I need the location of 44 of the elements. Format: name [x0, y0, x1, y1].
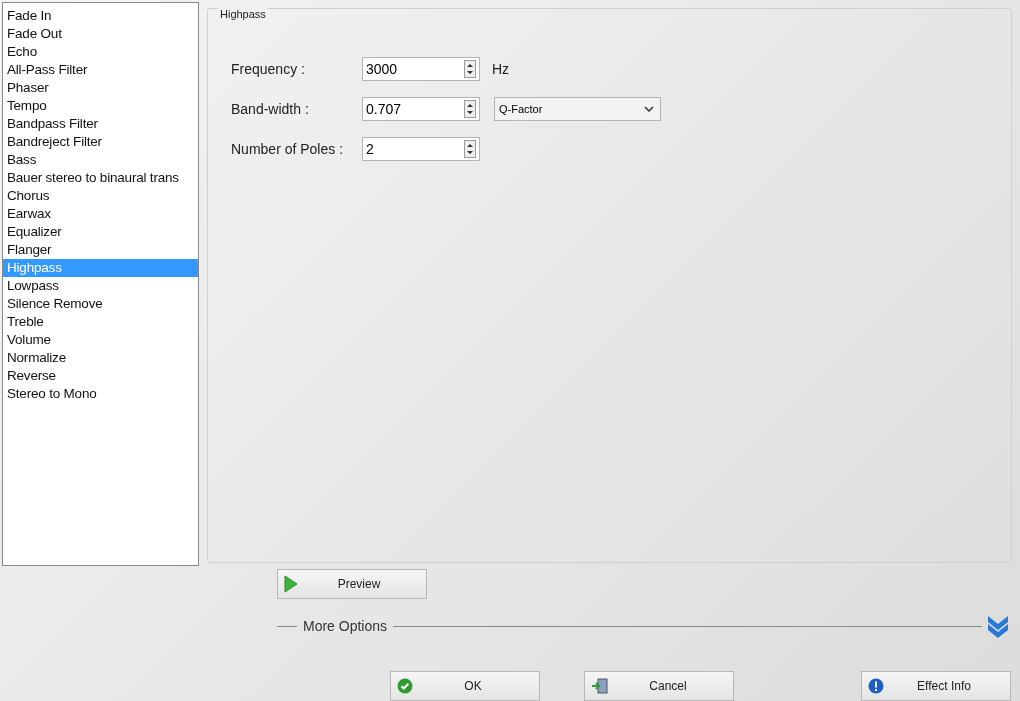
effect-item[interactable]: Reverse [3, 367, 198, 385]
effect-item[interactable]: Phaser [3, 79, 198, 97]
field-label: Band-width : [231, 101, 310, 117]
effect-item[interactable]: Normalize [3, 349, 198, 367]
effect-info-button[interactable]: Effect Info [861, 671, 1011, 701]
effect-item[interactable]: Fade In [3, 7, 198, 25]
caret-icon [644, 106, 654, 112]
effect-item[interactable]: Stereo to Mono [3, 385, 198, 403]
effect-item[interactable]: Treble [3, 313, 198, 331]
more-options-label: More Options [303, 618, 388, 634]
checkmark-icon [397, 678, 413, 694]
effect-item[interactable]: Flanger [3, 241, 198, 259]
field-label: Number of Poles : [231, 141, 345, 157]
spin-field[interactable]: 0.707 [362, 97, 480, 121]
spin-arrows-icon[interactable] [464, 60, 476, 78]
effect-item[interactable]: Earwax [3, 205, 198, 223]
effect-item[interactable]: Bass [3, 151, 198, 169]
effect-item[interactable]: Echo [3, 43, 198, 61]
unit-label: Hz [492, 61, 510, 77]
effect-item[interactable]: Bandpass Filter [3, 115, 198, 133]
ok-button[interactable]: OK [390, 671, 540, 701]
mode-dropdown[interactable]: Q-Factor [494, 97, 661, 121]
spin-field[interactable]: 2 [362, 137, 480, 161]
effect-item[interactable]: Bauer stereo to binaural trans [3, 169, 198, 187]
info-icon [868, 678, 884, 694]
spin-arrows-icon[interactable] [464, 140, 476, 158]
group-title: Highpass [218, 8, 268, 20]
door-exit-icon [591, 678, 609, 694]
effect-item[interactable]: Chorus [3, 187, 198, 205]
effect-item[interactable]: Tempo [3, 97, 198, 115]
effect-item[interactable]: Equalizer [3, 223, 198, 241]
effect-item[interactable]: Bandreject Filter [3, 133, 198, 151]
effect-item[interactable]: Lowpass [3, 277, 198, 295]
effect-item[interactable]: Volume [3, 331, 198, 349]
double-chevron-down-icon[interactable] [986, 613, 1010, 639]
spin-field[interactable]: 3000 [362, 57, 480, 81]
effect-item[interactable]: All-Pass Filter [3, 61, 198, 79]
preview-button[interactable]: Preview [277, 569, 427, 599]
effect-item[interactable]: Fade Out [3, 25, 198, 43]
spin-arrows-icon[interactable] [464, 100, 476, 118]
cancel-button[interactable]: Cancel [584, 671, 734, 701]
effect-item[interactable]: Silence Remove [3, 295, 198, 313]
field-label: Frequency : [231, 61, 306, 77]
play-icon [284, 575, 298, 593]
